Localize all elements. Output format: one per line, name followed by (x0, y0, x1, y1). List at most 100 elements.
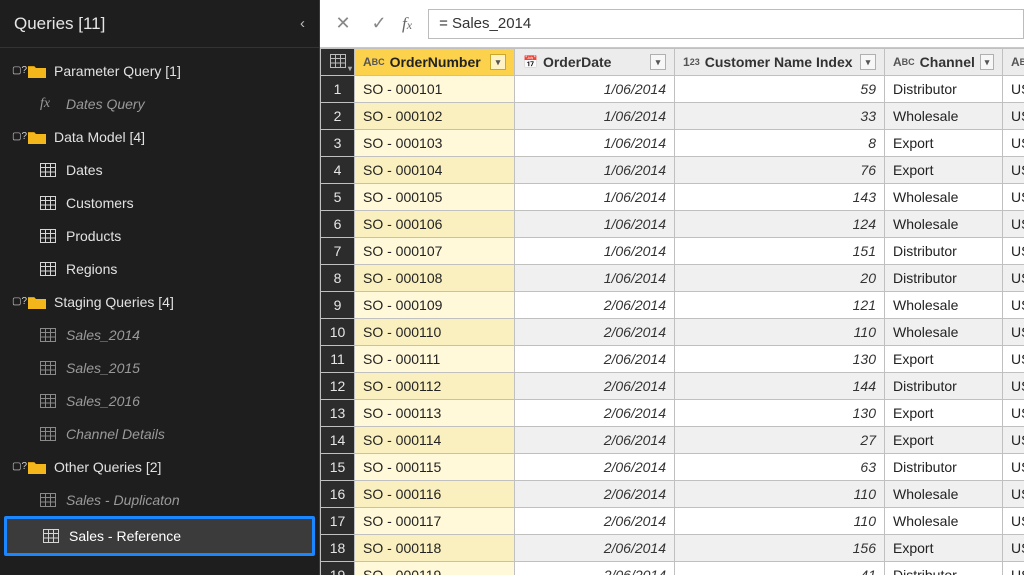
table-row[interactable]: 16 SO - 000116 2/06/2014 110 Wholesale U… (321, 481, 1024, 508)
cell-orderdate[interactable]: 2/06/2014 (515, 508, 675, 535)
cancel-formula-button[interactable]: ✕ (330, 11, 356, 37)
table-row[interactable]: 7 SO - 000107 1/06/2014 151 Distributor … (321, 238, 1024, 265)
cell-channel[interactable]: Export (885, 535, 1003, 562)
datatype-icon[interactable]: ABC (363, 55, 385, 69)
cell-truncated[interactable]: US (1003, 319, 1024, 346)
cell-ordernumber[interactable]: SO - 000110 (363, 324, 441, 340)
cell-truncated[interactable]: US (1003, 346, 1024, 373)
cell-customer-index[interactable]: 110 (675, 319, 885, 346)
row-number[interactable]: 18 (321, 535, 355, 562)
table-row[interactable]: 13 SO - 000113 2/06/2014 130 Export US (321, 400, 1024, 427)
row-number[interactable]: 1 (321, 76, 355, 103)
collapse-pane-icon[interactable]: ‹ (300, 15, 305, 32)
query-group[interactable]: ▢? Data Model [4] (0, 120, 319, 153)
cell-orderdate[interactable]: 2/06/2014 (515, 454, 675, 481)
data-grid[interactable]: ▾ ABC OrderNumber ▾ 📅 OrderDate ▾ 123 Cu… (320, 48, 1024, 575)
cell-truncated[interactable]: US (1003, 238, 1024, 265)
select-all-corner[interactable]: ▾ (321, 49, 355, 76)
row-number[interactable]: 7 (321, 238, 355, 265)
table-row[interactable]: 18 SO - 000118 2/06/2014 156 Export US (321, 535, 1024, 562)
cell-orderdate[interactable]: 2/06/2014 (515, 319, 675, 346)
cell-channel[interactable]: Distributor (885, 562, 1003, 575)
cell-ordernumber[interactable]: SO - 000117 (363, 513, 441, 529)
query-item[interactable]: Sales - Reference (4, 516, 315, 556)
cell-ordernumber[interactable]: SO - 000103 (363, 135, 442, 151)
column-filter-dropdown[interactable]: ▾ (860, 54, 876, 70)
cell-channel[interactable]: Export (885, 157, 1003, 184)
query-item[interactable]: fxDates Query (0, 87, 319, 120)
cell-ordernumber[interactable]: SO - 000114 (363, 432, 441, 448)
cell-channel[interactable]: Distributor (885, 373, 1003, 400)
query-item[interactable]: Customers (0, 186, 319, 219)
cell-orderdate[interactable]: 1/06/2014 (515, 184, 675, 211)
cell-channel[interactable]: Wholesale (885, 292, 1003, 319)
cell-customer-index[interactable]: 33 (675, 103, 885, 130)
query-item[interactable]: Channel Details (0, 417, 319, 450)
cell-customer-index[interactable]: 144 (675, 373, 885, 400)
cell-channel[interactable]: Export (885, 346, 1003, 373)
cell-truncated[interactable]: US (1003, 130, 1024, 157)
cell-ordernumber[interactable]: SO - 000104 (363, 162, 442, 178)
table-row[interactable]: 9 SO - 000109 2/06/2014 121 Wholesale US (321, 292, 1024, 319)
cell-ordernumber[interactable]: SO - 000102 (363, 108, 442, 124)
cell-channel[interactable]: Wholesale (885, 481, 1003, 508)
query-item[interactable]: Regions (0, 252, 319, 285)
cell-orderdate[interactable]: 2/06/2014 (515, 535, 675, 562)
cell-orderdate[interactable]: 1/06/2014 (515, 130, 675, 157)
row-number[interactable]: 19 (321, 562, 355, 575)
column-header[interactable]: 123 Customer Name Index ▾ (675, 49, 885, 76)
cell-ordernumber[interactable]: SO - 000109 (363, 297, 442, 313)
cell-channel[interactable]: Distributor (885, 76, 1003, 103)
cell-channel[interactable]: Wholesale (885, 508, 1003, 535)
row-number[interactable]: 17 (321, 508, 355, 535)
cell-truncated[interactable]: US (1003, 184, 1024, 211)
query-group[interactable]: ▢? Staging Queries [4] (0, 285, 319, 318)
column-filter-dropdown[interactable]: ▾ (980, 54, 994, 70)
cell-customer-index[interactable]: 41 (675, 562, 885, 575)
table-row[interactable]: 6 SO - 000106 1/06/2014 124 Wholesale US (321, 211, 1024, 238)
cell-orderdate[interactable]: 2/06/2014 (515, 427, 675, 454)
table-row[interactable]: 5 SO - 000105 1/06/2014 143 Wholesale US (321, 184, 1024, 211)
cell-channel[interactable]: Export (885, 400, 1003, 427)
cell-truncated[interactable]: US (1003, 76, 1024, 103)
cell-orderdate[interactable]: 1/06/2014 (515, 103, 675, 130)
cell-orderdate[interactable]: 2/06/2014 (515, 373, 675, 400)
cell-customer-index[interactable]: 59 (675, 76, 885, 103)
datatype-icon[interactable]: ABC (893, 55, 915, 69)
table-row[interactable]: 17 SO - 000117 2/06/2014 110 Wholesale U… (321, 508, 1024, 535)
table-row[interactable]: 2 SO - 000102 1/06/2014 33 Wholesale US (321, 103, 1024, 130)
cell-channel[interactable]: Distributor (885, 238, 1003, 265)
column-header[interactable]: ABC OrderNumber ▾ (355, 49, 515, 76)
cell-channel[interactable]: Distributor (885, 454, 1003, 481)
query-group[interactable]: ▢? Other Queries [2] (0, 450, 319, 483)
cell-customer-index[interactable]: 130 (675, 346, 885, 373)
column-filter-dropdown[interactable]: ▾ (650, 54, 666, 70)
cell-truncated[interactable]: US (1003, 481, 1024, 508)
cell-orderdate[interactable]: 1/06/2014 (515, 211, 675, 238)
cell-ordernumber[interactable]: SO - 000115 (363, 459, 441, 475)
table-row[interactable]: 4 SO - 000104 1/06/2014 76 Export US (321, 157, 1024, 184)
datatype-icon[interactable]: 📅 (523, 55, 538, 69)
row-number[interactable]: 16 (321, 481, 355, 508)
datatype-icon[interactable]: 123 (683, 55, 700, 69)
cell-ordernumber[interactable]: SO - 000118 (363, 540, 441, 556)
table-row[interactable]: 12 SO - 000112 2/06/2014 144 Distributor… (321, 373, 1024, 400)
column-header[interactable]: ABC Channel ▾ (885, 49, 1003, 76)
query-item[interactable]: Sales - Duplicaton (0, 483, 319, 516)
cell-customer-index[interactable]: 143 (675, 184, 885, 211)
cell-truncated[interactable]: US (1003, 211, 1024, 238)
cell-truncated[interactable]: US (1003, 535, 1024, 562)
query-group[interactable]: ▢? Parameter Query [1] (0, 54, 319, 87)
cell-truncated[interactable]: US (1003, 157, 1024, 184)
cell-customer-index[interactable]: 156 (675, 535, 885, 562)
row-number[interactable]: 8 (321, 265, 355, 292)
cell-ordernumber[interactable]: SO - 000106 (363, 216, 442, 232)
row-number[interactable]: 4 (321, 157, 355, 184)
datatype-icon[interactable]: ABC (1011, 55, 1024, 69)
cell-customer-index[interactable]: 121 (675, 292, 885, 319)
cell-customer-index[interactable]: 110 (675, 508, 885, 535)
cell-orderdate[interactable]: 2/06/2014 (515, 562, 675, 575)
row-number[interactable]: 9 (321, 292, 355, 319)
row-number[interactable]: 3 (321, 130, 355, 157)
table-row[interactable]: 14 SO - 000114 2/06/2014 27 Export US (321, 427, 1024, 454)
